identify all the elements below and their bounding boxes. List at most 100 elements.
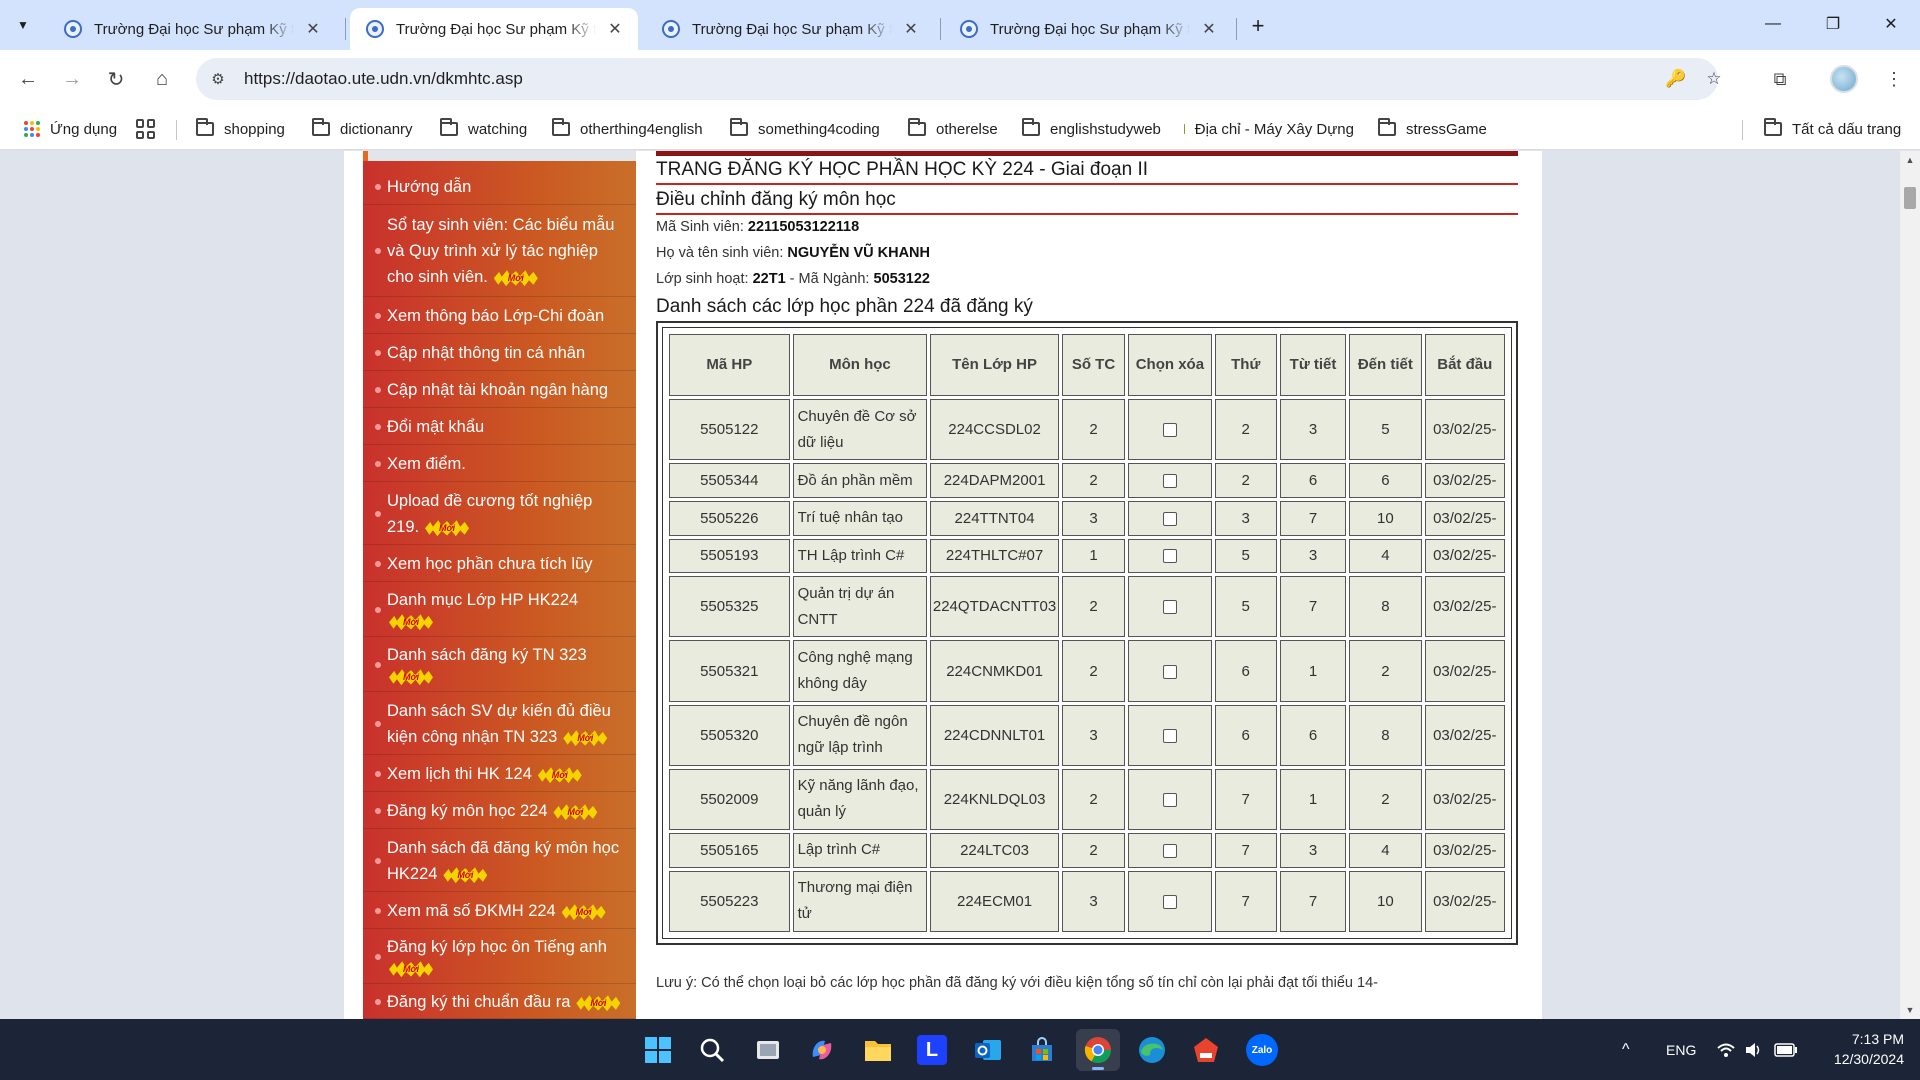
close-icon[interactable]: ✕	[900, 18, 922, 40]
task-view-button[interactable]	[746, 1029, 790, 1071]
cell-den-tiet: 4	[1349, 833, 1422, 868]
sidebar-item-dang-ky-lop-on-tieng-anh[interactable]: Đăng ký lớp học ôn Tiếng anh Mới	[363, 930, 636, 984]
delete-checkbox[interactable]	[1162, 843, 1177, 858]
outlook-button[interactable]	[966, 1029, 1010, 1071]
site-favicon-icon	[1184, 124, 1185, 134]
close-icon[interactable]: ✕	[302, 18, 324, 40]
bookmark-apps[interactable]: Ứng dụng	[24, 116, 117, 142]
taskbar-clock[interactable]: 7:13 PM 12/30/2024	[1814, 1029, 1904, 1069]
tray-overflow-button[interactable]: ^	[1622, 1019, 1630, 1080]
sidebar-item-xem-ma-so-dkmh[interactable]: Xem mã số ĐKMH 224 Mới	[363, 893, 636, 929]
store-button[interactable]	[1020, 1029, 1064, 1071]
cell-thu: 2	[1214, 399, 1277, 461]
sidebar-item-cap-nhat-tai-khoan[interactable]: Cập nhật tài khoản ngân hàng	[363, 372, 636, 408]
bookmark-folder-watching[interactable]: watching	[440, 116, 527, 142]
all-bookmarks-button[interactable]: Tất cả dấu trang	[1764, 116, 1901, 142]
password-key-icon[interactable]: 🔑	[1660, 63, 1692, 95]
extensions-icon[interactable]: ⧉	[1762, 61, 1798, 97]
top-divider	[656, 151, 1518, 156]
sidebar-item-xem-diem[interactable]: Xem điểm.	[363, 446, 636, 482]
browser-menu-icon[interactable]: ⋮	[1876, 61, 1912, 97]
tab-groups-button[interactable]	[136, 116, 156, 142]
edge-button[interactable]	[1130, 1029, 1174, 1071]
page-scrollbar[interactable]: ▲ ▼	[1900, 151, 1920, 1019]
minimize-button[interactable]: —	[1750, 8, 1796, 40]
volume-button[interactable]	[1744, 1019, 1762, 1080]
close-icon[interactable]: ✕	[604, 18, 626, 40]
file-explorer-button[interactable]	[856, 1029, 900, 1071]
sidebar-item-danh-muc-lop-hp[interactable]: Danh mục Lớp HP HK224 Mới	[363, 583, 636, 637]
bookmark-folder-stressgame[interactable]: stressGame	[1378, 116, 1487, 142]
sidebar-item-cap-nhat-thong-tin[interactable]: Cập nhật thông tin cá nhân	[363, 335, 636, 371]
student-name-value: NGUYỄN VŨ KHANH	[787, 245, 930, 261]
sidebar-item-xem-thong-bao[interactable]: Xem thông báo Lớp-Chi đoàn	[363, 298, 636, 334]
sidebar-item-huong-dan[interactable]: Hướng dẫn	[363, 169, 636, 205]
sidebar-item-danh-sach-sv-du-kien[interactable]: Danh sách SV dự kiến đủ điều kiện công n…	[363, 693, 636, 755]
sidebar-item-dang-ky-mon-hoc[interactable]: Đăng ký môn học 224 Mới	[363, 793, 636, 829]
bookmark-folder-dictionanry[interactable]: dictionanry	[312, 116, 413, 142]
chrome-button[interactable]	[1076, 1029, 1120, 1071]
forward-button[interactable]: →	[54, 61, 90, 97]
cell-mon-hoc: Lập trình C#	[792, 833, 928, 868]
delete-checkbox[interactable]	[1162, 894, 1177, 909]
red-app-button[interactable]	[1184, 1029, 1228, 1071]
window-close-button[interactable]: ✕	[1868, 8, 1914, 40]
restore-button[interactable]: ❐	[1810, 8, 1856, 40]
bookmark-star-icon[interactable]: ☆	[1698, 63, 1730, 95]
scroll-down-icon[interactable]: ▼	[1900, 1001, 1920, 1019]
new-tab-button[interactable]: +	[1244, 12, 1272, 40]
delete-checkbox[interactable]	[1162, 423, 1177, 438]
clock-date: 12/30/2024	[1833, 1051, 1904, 1067]
bookmark-folder-something4coding[interactable]: something4coding	[730, 116, 880, 142]
language-indicator[interactable]: ENG	[1666, 1019, 1696, 1080]
start-button[interactable]	[636, 1029, 680, 1071]
scroll-up-icon[interactable]: ▲	[1900, 151, 1920, 169]
scrollbar-thumb[interactable]	[1904, 187, 1916, 209]
battery-icon	[1774, 1042, 1797, 1057]
delete-checkbox[interactable]	[1162, 474, 1177, 489]
sidebar-item-so-tay-sinh-vien[interactable]: Sổ tay sinh viên: Các biểu mẫu và Quy tr…	[363, 206, 636, 297]
site-info-icon[interactable]: ⚙	[202, 63, 234, 95]
url-text[interactable]: https://daotao.ute.udn.vn/dkmhtc.asp	[244, 69, 523, 89]
delete-checkbox[interactable]	[1162, 792, 1177, 807]
sidebar-item-xem-lich-thi[interactable]: Xem lịch thi HK 124 Mới	[363, 756, 636, 792]
delete-checkbox[interactable]	[1162, 549, 1177, 564]
home-button[interactable]: ⌂	[144, 61, 180, 97]
browser-tab-3[interactable]: Trường Đại học Sư phạm Kỹ thuật - ĐH Đà …	[646, 8, 934, 50]
taskbar-search-button[interactable]	[690, 1029, 734, 1071]
cell-mon-hoc: Công nghệ mạng không dây	[792, 640, 928, 702]
copilot-button[interactable]	[800, 1029, 844, 1071]
profile-button[interactable]	[1826, 61, 1862, 97]
bookmark-folder-englishstudyweb[interactable]: englishstudyweb	[1022, 116, 1161, 142]
tab-separator	[1236, 18, 1237, 40]
tab-search-dropdown[interactable]: ▼	[8, 10, 38, 40]
delete-checkbox[interactable]	[1162, 664, 1177, 679]
bookmark-site-may-xay-dung[interactable]: Địa chỉ - Máy Xây Dựng	[1184, 116, 1354, 142]
bookmark-folder-otherelse[interactable]: otherelse	[908, 116, 998, 142]
sidebar-item-danh-sach-da-dang-ky[interactable]: Danh sách đã đăng ký môn học HK224 Mới	[363, 830, 636, 892]
table-row: 5505223 Thương mại điện tử 224ECM01 3 7 …	[669, 870, 1505, 932]
browser-tab-2[interactable]: Trường Đại học Sư phạm Kỹ thuật - ĐH Đà …	[350, 8, 638, 50]
close-icon[interactable]: ✕	[1198, 18, 1220, 40]
bookmark-folder-otherthing4english[interactable]: otherthing4english	[552, 116, 703, 142]
network-button[interactable]	[1716, 1019, 1736, 1080]
reload-button[interactable]: ↻	[98, 61, 134, 97]
delete-checkbox[interactable]	[1162, 600, 1177, 615]
l-app-button[interactable]: L	[910, 1029, 954, 1071]
sidebar-item-danh-sach-dang-ky-tn[interactable]: Danh sách đăng ký TN 323 Mới	[363, 638, 636, 692]
bookmark-folder-shopping[interactable]: shopping	[196, 116, 285, 142]
sidebar-item-upload-de-cuong[interactable]: Upload đề cương tốt nghiệp 219. Mới	[363, 483, 636, 545]
back-button[interactable]: ←	[10, 61, 46, 97]
sidebar-item-doi-mat-khau[interactable]: Đổi mật khẩu	[363, 409, 636, 445]
sidebar-item-label: Xem học phần chưa tích lũy	[387, 555, 593, 573]
browser-tab-1[interactable]: Trường Đại học Sư phạm Kỹ thuật - ĐH Đà …	[48, 8, 336, 50]
battery-button[interactable]	[1774, 1019, 1798, 1080]
new-badge-icon: Mới	[389, 614, 433, 630]
sidebar-item-dang-ky-thi-chuan-dau-ra[interactable]: Đăng ký thi chuẩn đầu ra Mới	[363, 985, 636, 1019]
browser-tab-4[interactable]: Trường Đại học Sư phạm Kỹ thuật - ĐH Đà …	[944, 8, 1232, 50]
delete-checkbox[interactable]	[1162, 511, 1177, 526]
sidebar-item-hoc-phan-chua-tich-luy[interactable]: Xem học phần chưa tích lũy	[363, 546, 636, 582]
address-bar[interactable]: ⚙ https://daotao.ute.udn.vn/dkmhtc.asp 🔑…	[196, 58, 1722, 100]
zalo-button[interactable]: Zalo	[1240, 1029, 1284, 1071]
delete-checkbox[interactable]	[1162, 728, 1177, 743]
